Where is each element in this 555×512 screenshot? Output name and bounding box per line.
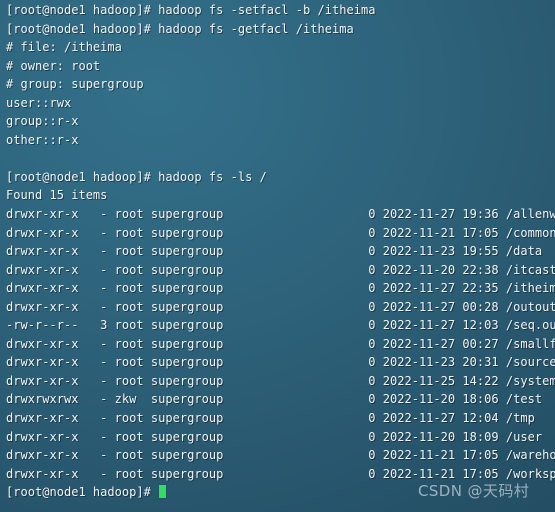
shell-prompt: [root@node1 hadoop]# bbox=[6, 485, 159, 500]
ls-row: drwxr-xr-x - root supergroup 0 2022-11-2… bbox=[6, 262, 555, 277]
getfacl-output-line: group::r-x bbox=[6, 114, 79, 129]
command-line-getfacl: [root@node1 hadoop]# hadoop fs -getfacl … bbox=[6, 21, 354, 36]
ls-row: drwxr-xr-x - root supergroup 0 2022-11-2… bbox=[6, 355, 555, 370]
ls-row: drwxrwxrwx - zkw supergroup 0 2022-11-20… bbox=[6, 392, 543, 407]
ls-row: drwxr-xr-x - root supergroup 0 2022-11-2… bbox=[6, 244, 543, 259]
terminal-screen[interactable]: [root@node1 hadoop]# hadoop fs -setfacl … bbox=[6, 1, 555, 512]
ls-row: drwxr-xr-x - root supergroup 0 2022-11-2… bbox=[6, 373, 555, 388]
ls-row: drwxr-xr-x - root supergroup 0 2022-11-2… bbox=[6, 207, 555, 222]
command-line-ls: [root@node1 hadoop]# hadoop fs -ls / bbox=[6, 169, 267, 184]
getfacl-output-line: # group: supergroup bbox=[6, 77, 144, 92]
ls-found-count: Found 15 items bbox=[6, 188, 108, 203]
getfacl-output-line: user::rwx bbox=[6, 95, 72, 110]
ls-row: drwxr-xr-x - root supergroup 0 2022-11-2… bbox=[6, 225, 555, 240]
ls-row: drwxr-xr-x - root supergroup 0 2022-11-2… bbox=[6, 336, 555, 351]
ls-row: drwxr-xr-x - root supergroup 0 2022-11-2… bbox=[6, 411, 535, 426]
command-line-setfacl: [root@node1 hadoop]# hadoop fs -setfacl … bbox=[6, 3, 376, 17]
getfacl-output-line: other::r-x bbox=[6, 132, 79, 147]
ls-row: drwxr-xr-x - root supergroup 0 2022-11-2… bbox=[6, 448, 555, 463]
getfacl-output-line: # file: /itheima bbox=[6, 40, 122, 55]
ls-row: -rw-r--r-- 3 root supergroup 0 2022-11-2… bbox=[6, 318, 555, 333]
ls-row: drwxr-xr-x - root supergroup 0 2022-11-2… bbox=[6, 466, 555, 481]
ls-row: drwxr-xr-x - root supergroup 0 2022-11-2… bbox=[6, 429, 543, 444]
ls-row: drwxr-xr-x - root supergroup 0 2022-11-2… bbox=[6, 281, 555, 296]
ls-row: drwxr-xr-x - root supergroup 0 2022-11-2… bbox=[6, 299, 555, 314]
getfacl-output-line: # owner: root bbox=[6, 58, 101, 73]
terminal-window[interactable]: [root@node1 hadoop]# hadoop fs -setfacl … bbox=[0, 0, 555, 512]
text-cursor bbox=[159, 485, 167, 499]
active-prompt-line[interactable]: [root@node1 hadoop]# bbox=[6, 483, 555, 502]
